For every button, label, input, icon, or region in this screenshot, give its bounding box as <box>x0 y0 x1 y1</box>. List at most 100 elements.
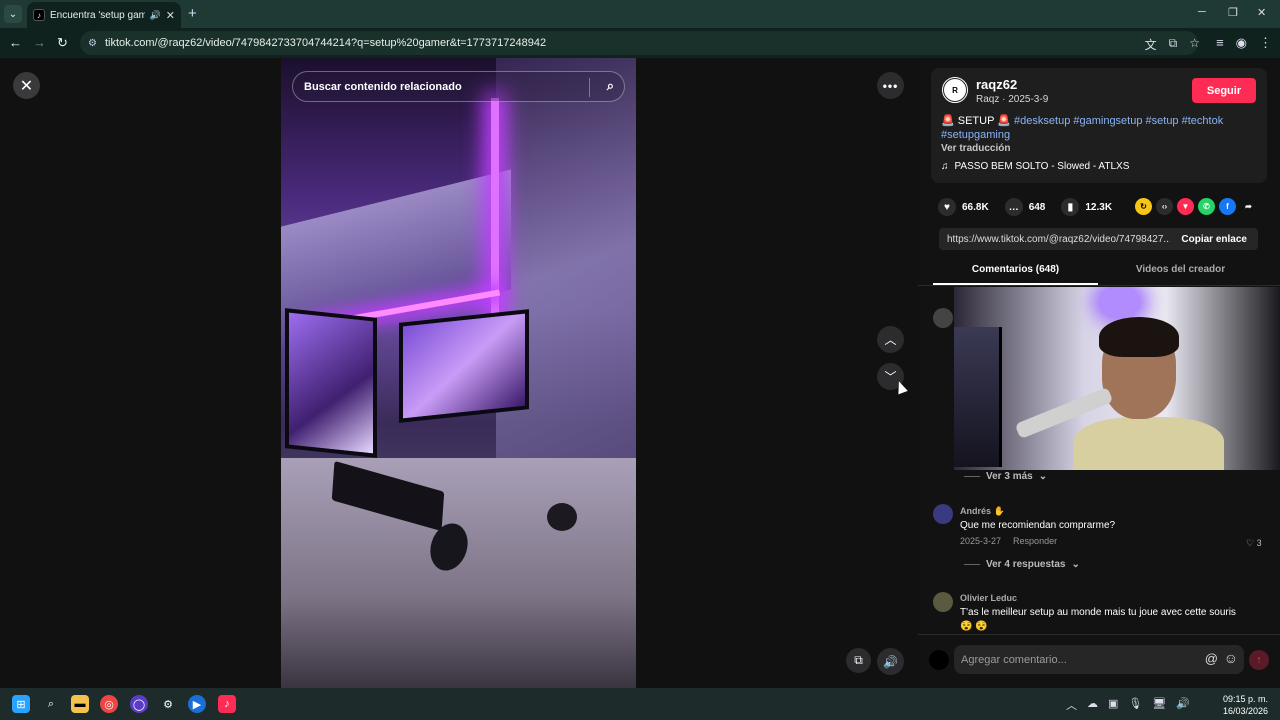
more-options-button[interactable]: ••• <box>877 72 904 99</box>
view-replies[interactable]: Ver 4 respuestas ⌄ <box>964 559 1080 570</box>
embed-icon[interactable]: ‹› <box>1156 198 1173 215</box>
windows-start-icon[interactable]: ⊞ <box>12 695 30 713</box>
repost-icon[interactable]: ↻ <box>1135 198 1152 215</box>
view-more-replies[interactable]: Ver 3 más ⌄ <box>964 471 1047 482</box>
video-speaker <box>547 503 577 531</box>
commenter-avatar[interactable] <box>933 504 953 524</box>
mention-icon[interactable]: @ <box>1205 651 1218 666</box>
reload-icon[interactable]: ↻ <box>57 35 68 51</box>
taskbar-clock[interactable]: 09:15 p. m. 16/03/2026 <box>1223 693 1268 717</box>
back-arrow-icon[interactable]: ← <box>9 35 22 50</box>
video-monitor-left <box>285 308 377 458</box>
minimize-button[interactable]: ─ <box>1198 6 1206 18</box>
comment-video-thumbnail[interactable] <box>954 287 1280 470</box>
comment-meta: 2025-3-27 Responder <box>960 536 1057 546</box>
tab-title: Encuentra 'setup gamer' en <box>50 9 145 21</box>
comment-input[interactable]: Agregar comentario... @ ☺ <box>954 645 1244 674</box>
share-link-box: https://www.tiktok.com/@raqz62/video/747… <box>939 228 1258 250</box>
tray-cloud-icon[interactable]: ☁ <box>1087 697 1098 713</box>
follow-button[interactable]: Seguir <box>1192 78 1256 103</box>
creator-card: R raqz62 Raqz · 2025-3-9 Seguir 🚨 SETUP … <box>931 68 1267 183</box>
tiktok-app-icon[interactable]: ♪ <box>218 695 236 713</box>
translate-icon[interactable]: 文 <box>1145 36 1157 53</box>
comment-author[interactable]: Olivier Leduc <box>960 593 1017 603</box>
comment-placeholder: Agregar comentario... <box>961 653 1067 666</box>
previous-video-button[interactable]: ︿ <box>877 326 904 353</box>
close-player-button[interactable]: ✕ <box>13 72 40 99</box>
tray-app-icon[interactable]: ▣ <box>1108 697 1118 713</box>
bookmark-star-icon[interactable]: ☆ <box>1189 36 1200 53</box>
commenter-avatar[interactable] <box>933 592 953 612</box>
restore-button[interactable]: ❐ <box>1228 6 1238 19</box>
emoji-icon[interactable]: ☺ <box>1224 650 1238 666</box>
tab-comments[interactable]: Comentarios (648) <box>933 261 1098 285</box>
engagement-bar: ♥ 66.8K … 648 ▮ 12.3K <box>938 198 1120 216</box>
video-player[interactable] <box>281 58 636 688</box>
caption-hashtags[interactable]: #desksetup #gamingsetup #setup #techtok <box>1014 115 1223 127</box>
save-button[interactable]: ▮ 12.3K <box>1061 198 1112 216</box>
tab-search-icon[interactable]: ⌄ <box>4 5 22 23</box>
music-note-icon: ♫ <box>941 161 949 172</box>
audio-playing-icon[interactable]: 🔊 <box>150 10 161 21</box>
microphone-icon[interactable]: 🎙 <box>1128 697 1142 713</box>
search-icon[interactable]: ⌕ <box>607 78 614 94</box>
floating-player-icon[interactable]: ⧉ <box>846 648 871 673</box>
like-button[interactable]: ♥ 66.8K <box>938 198 989 216</box>
caption-hashtags-2[interactable]: #setupgaming <box>941 129 1010 141</box>
facebook-icon[interactable]: f <box>1219 198 1236 215</box>
tab-creator-videos[interactable]: Videos del creador <box>1098 261 1263 285</box>
volume-icon[interactable]: 🔊 <box>877 648 904 675</box>
creator-avatar[interactable]: R <box>941 76 969 104</box>
chevron-down-icon: ⌄ <box>1038 471 1048 482</box>
browser-app-icon[interactable]: ▶ <box>188 695 206 713</box>
omnibox-actions: 文 ⧉ ☆ <box>1145 36 1200 53</box>
reply-link[interactable]: Responder <box>1013 536 1057 546</box>
tab-close-icon[interactable]: ✕ <box>166 9 175 22</box>
forward-arrow-icon[interactable]: → <box>33 35 46 50</box>
commenter-avatar[interactable] <box>933 308 953 328</box>
tray-chevron-icon[interactable]: ︿ <box>1066 697 1077 713</box>
creator-subline: Raqz · 2025-3-9 <box>976 94 1049 105</box>
creator-username[interactable]: raqz62 <box>976 77 1017 92</box>
see-translation-link[interactable]: Ver traducción <box>941 143 1010 154</box>
related-search-input[interactable]: Buscar contenido relacionado ⌕ <box>292 71 625 102</box>
file-explorer-icon[interactable]: ▬ <box>71 695 89 713</box>
music-row[interactable]: ♫ PASSO BEM SOLTO - Slowed - ATLXS <box>941 161 1129 172</box>
send-arrow-icon[interactable]: ↑ <box>1249 650 1269 670</box>
cast-icon[interactable]: ⧉ <box>1169 36 1178 53</box>
app-icon[interactable]: ◯ <box>130 695 148 713</box>
chrome-icon[interactable]: ◎ <box>100 695 118 713</box>
comment-like-count: 3 <box>1256 538 1262 548</box>
comment-button[interactable]: … 648 <box>1004 198 1046 216</box>
share-arrow-icon[interactable]: ➦ <box>1240 198 1257 215</box>
network-icon[interactable]: 🖥 <box>1152 697 1166 713</box>
address-bar[interactable]: ⚙ tiktok.com/@raqz62/video/7479842733704… <box>80 31 1198 55</box>
new-tab-button[interactable]: + <box>188 5 197 22</box>
menu-kebab-icon[interactable]: ⋮ <box>1259 35 1272 51</box>
search-icon[interactable]: ⌕ <box>42 695 60 713</box>
comment-count: 648 <box>1028 201 1046 213</box>
comment-author[interactable]: Andrés ✋ <box>960 506 1005 517</box>
comment-heart-icon: ♡ <box>1246 538 1255 548</box>
thumb-ring-light <box>1100 287 1140 317</box>
browser-tabbar: ⌄ ♪ Encuentra 'setup gamer' en 🔊 ✕ + ─ ❐… <box>0 0 1280 28</box>
reading-list-icon[interactable]: ≡ <box>1216 35 1224 51</box>
video-monitor-right <box>399 309 529 423</box>
copy-link-button[interactable]: Copiar enlace <box>1170 234 1258 245</box>
browser-toolbar: ← → ↻ ⚙ tiktok.com/@raqz62/video/7479842… <box>0 28 1280 58</box>
settings-gear-icon[interactable]: ⚙ <box>159 695 177 713</box>
speaker-icon[interactable]: 🔊 <box>1176 697 1190 713</box>
site-info-icon[interactable]: ⚙ <box>88 38 97 49</box>
whatsapp-icon[interactable]: ✆ <box>1198 198 1215 215</box>
browser-tab[interactable]: ♪ Encuentra 'setup gamer' en 🔊 ✕ <box>27 2 181 28</box>
os-taskbar: ⊞ ⌕ ▬ ◎ ◯ ⚙ ▶ ♪ ︿ ☁ ▣ 🎙 🖥 🔊 09:15 p. m. … <box>0 688 1280 720</box>
profile-icon[interactable]: ◉ <box>1236 35 1247 51</box>
view-replies-label: Ver 4 respuestas <box>986 559 1066 570</box>
window-close-button[interactable]: ✕ <box>1257 6 1266 19</box>
comment-like-button[interactable]: ♡ 3 <box>1246 538 1262 549</box>
thumb-hair <box>1099 317 1179 357</box>
send-to-friends-icon[interactable]: ▼ <box>1177 198 1194 215</box>
like-count: 66.8K <box>962 201 989 213</box>
music-title: PASSO BEM SOLTO - Slowed - ATLXS <box>954 161 1130 172</box>
browser-actions: ≡ ◉ ⋮ <box>1216 35 1272 51</box>
